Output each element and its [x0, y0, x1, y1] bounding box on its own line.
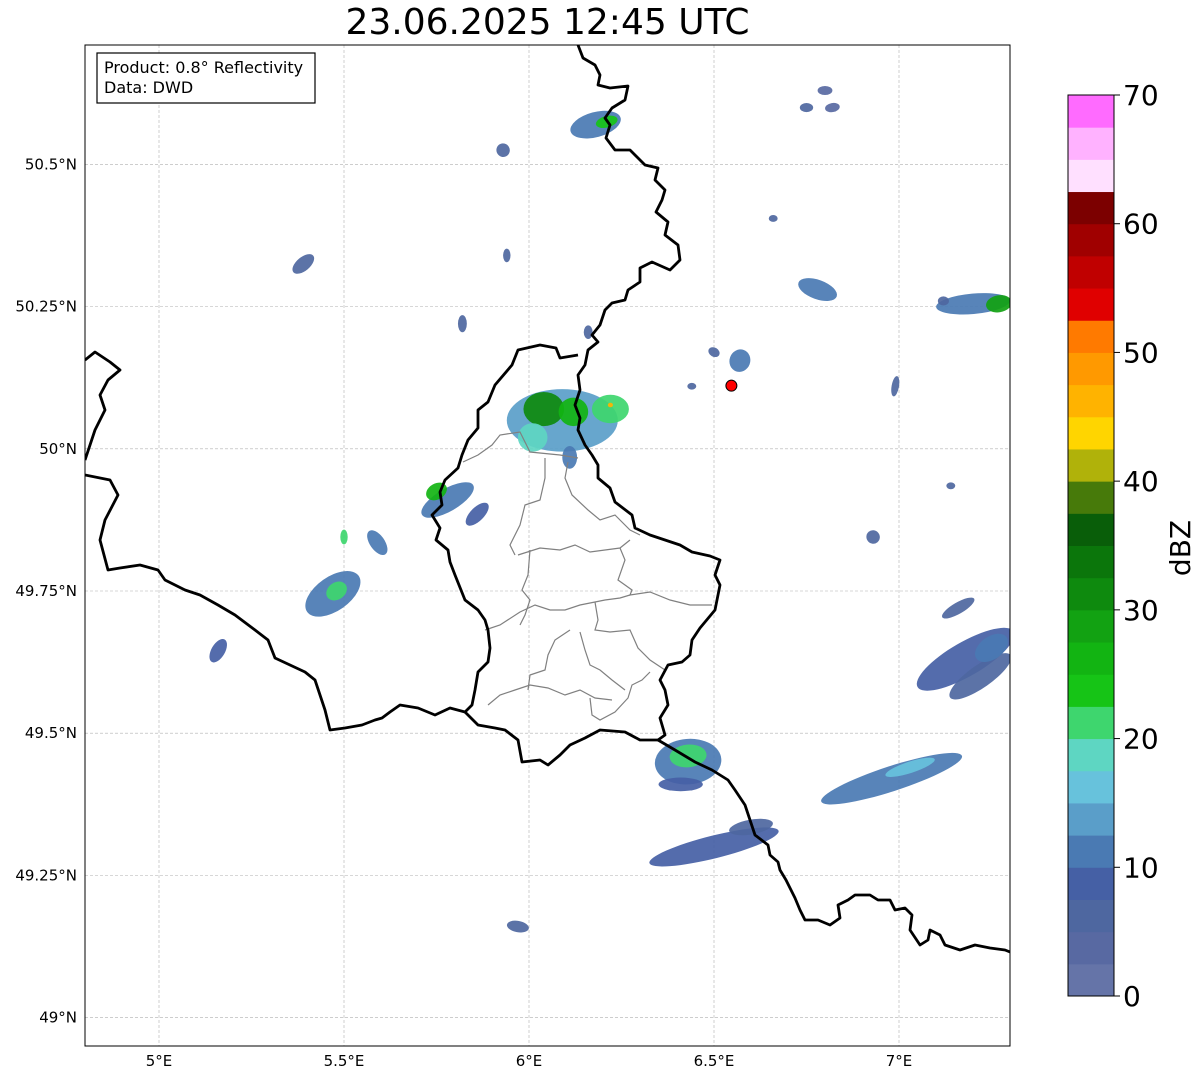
lat-tick-label: 50°N [39, 440, 77, 458]
colorbar-swatch [1068, 320, 1114, 353]
echo-cell [503, 248, 511, 263]
lat-tick-label: 50.5°N [25, 155, 77, 173]
colorbar-swatch [1068, 963, 1114, 997]
colorbar-swatch [1068, 738, 1114, 772]
colorbar-swatch [1068, 706, 1114, 740]
echo-cell [523, 391, 565, 427]
colorbar-swatch [1068, 481, 1114, 514]
lat-tick-label: 49.25°N [15, 866, 77, 884]
info-source-text: Data: DWD [104, 78, 193, 97]
colorbar-swatch [1068, 770, 1114, 804]
colorbar-swatch [1068, 867, 1114, 900]
lat-tick-label: 49.5°N [25, 724, 77, 742]
colorbar-swatches [1068, 95, 1114, 997]
echo-cell [658, 777, 703, 792]
echo-cell [937, 296, 949, 306]
colorbar-swatch [1068, 642, 1114, 675]
echo-cell [558, 397, 589, 427]
colorbar-swatch [1068, 513, 1114, 546]
colorbar-swatch [1068, 95, 1114, 128]
colorbar-swatch [1068, 835, 1114, 868]
info-box: Product: 0.8° Reflectivity Data: DWD [96, 52, 316, 104]
lon-tick-label: 6°E [516, 1052, 543, 1070]
echo-cell [457, 315, 467, 333]
echo-cell [768, 215, 778, 222]
colorbar-ticks: 0 10 20 30 40 50 60 70 [1114, 79, 1159, 1013]
lon-tick-label: 7°E [886, 1052, 913, 1070]
colorbar-tick-label: 10 [1123, 851, 1159, 884]
echo-cell [946, 482, 956, 490]
colorbar-swatch [1068, 448, 1114, 482]
colorbar-swatch [1068, 931, 1114, 965]
x-axis-ticks: 5°E 5.5°E 6°E 6.5°E 7°E [146, 1052, 913, 1070]
echo-cell [583, 325, 593, 340]
colorbar: 0 10 20 30 40 50 60 70 dBZ [1067, 79, 1197, 1013]
colorbar-swatch [1068, 802, 1114, 836]
colorbar-swatch [1068, 127, 1114, 160]
colorbar-swatch [1068, 288, 1114, 321]
colorbar-tick-label: 40 [1123, 465, 1159, 498]
colorbar-tick-label: 70 [1123, 79, 1159, 112]
colorbar-swatch [1068, 352, 1114, 386]
colorbar-swatch [1068, 255, 1114, 289]
colorbar-swatch [1068, 384, 1114, 418]
colorbar-swatch [1068, 191, 1114, 225]
colorbar-tick-label: 0 [1123, 980, 1141, 1013]
echo-cell [799, 103, 814, 113]
colorbar-swatch [1068, 674, 1114, 707]
lat-tick-label: 50.25°N [15, 298, 77, 316]
colorbar-swatch [1068, 545, 1114, 579]
lon-tick-label: 5.5°E [324, 1052, 365, 1070]
echo-cell [591, 394, 629, 424]
lat-tick-label: 49°N [39, 1009, 77, 1027]
echo-cell [607, 402, 613, 408]
colorbar-swatch [1068, 223, 1114, 257]
radar-map: 5°E 5.5°E 6°E 6.5°E 7°E 49°N 49.25°N 49.5°N 49.… [15, 44, 1197, 1070]
colorbar-tick-label: 30 [1123, 594, 1159, 627]
echo-cell [687, 382, 697, 390]
radar-site-marker [725, 379, 738, 392]
echo-cell [817, 85, 833, 96]
colorbar-tick-label: 20 [1123, 723, 1159, 756]
colorbar-swatch [1068, 416, 1114, 450]
lon-tick-label: 6.5°E [694, 1052, 735, 1070]
lat-tick-label: 49.75°N [15, 582, 77, 600]
colorbar-swatch [1068, 159, 1114, 193]
colorbar-swatch [1068, 577, 1114, 611]
lon-tick-label: 5°E [146, 1052, 173, 1070]
colorbar-tick-label: 50 [1123, 336, 1159, 369]
colorbar-title: dBZ [1164, 520, 1197, 576]
colorbar-tick-label: 60 [1123, 208, 1159, 241]
info-product-text: Product: 0.8° Reflectivity [104, 58, 303, 77]
echo-cell [340, 529, 348, 545]
colorbar-swatch [1068, 609, 1114, 643]
y-axis-ticks: 49°N 49.25°N 49.5°N 49.75°N 50°N 50.25°N 50.5°… [15, 155, 77, 1026]
colorbar-swatch [1068, 899, 1114, 933]
